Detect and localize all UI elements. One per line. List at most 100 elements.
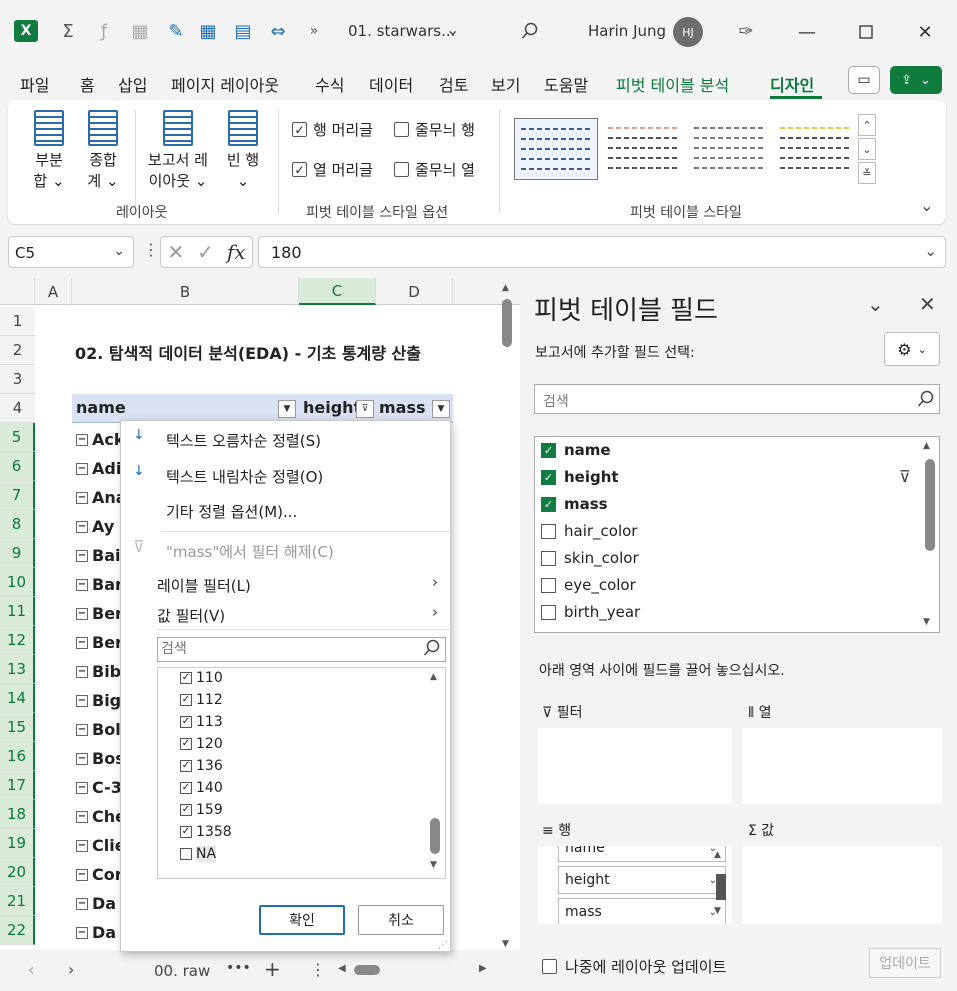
scroll-down-icon[interactable]: ▼ [923, 617, 930, 627]
row-header[interactable]: 20 [0, 858, 35, 887]
filter-value-item[interactable]: ✓ 113 [180, 714, 223, 730]
pivot-row-item[interactable]: − Big [76, 691, 121, 710]
label-filter-item[interactable]: 레이블 필터(L) [157, 575, 251, 596]
pivot-style-swatch-yellow[interactable] [774, 118, 858, 180]
tab-design[interactable]: 디자인 [770, 72, 814, 96]
filter-value-item[interactable]: ✓ 120 [180, 736, 223, 752]
more-sort-options-item[interactable]: 기타 정렬 옵션(M)... [166, 501, 297, 522]
scroll-up-icon[interactable]: ▲ [430, 672, 437, 682]
close-pane-icon[interactable]: ✕ [919, 292, 936, 316]
field-item[interactable]: ✓ mass [541, 495, 608, 513]
tab-view[interactable]: 보기 [491, 72, 520, 96]
comments-button[interactable]: ▭ [848, 66, 880, 94]
resize-grip-icon[interactable]: ⋰ [438, 940, 448, 951]
filter-values-list[interactable]: ✓ 110 ✓ 112 ✓ 113 ✓ 120 ✓ 136 ✓ 140 ✓ 159 ✓ 1358 NA ▲ ▼ [157, 667, 446, 879]
row-header[interactable]: 13 [0, 655, 35, 684]
gallery-more-icon[interactable]: ≚ [858, 162, 876, 184]
pivot-header-mass[interactable]: mass [379, 398, 426, 417]
collapse-icon[interactable]: − [76, 433, 88, 446]
checkbox-unchecked-icon[interactable] [541, 550, 556, 566]
collapse-icon[interactable]: − [76, 694, 88, 707]
share-button[interactable]: ⇪ ⌄ [890, 66, 942, 94]
tab-insert[interactable]: 삽입 [118, 72, 147, 96]
collapse-icon[interactable]: − [76, 897, 88, 910]
column-header-a[interactable]: A [35, 278, 72, 305]
tab-home[interactable]: 홈 [80, 72, 95, 96]
pivot-row-item[interactable]: − Bib [76, 662, 121, 681]
checkbox-checked-icon[interactable]: ✓ [180, 672, 192, 684]
sheet-tab-raw[interactable]: 00. raw [154, 962, 210, 980]
filter-value-item[interactable]: ✓ 159 [180, 802, 223, 818]
number-format-icon[interactable]: ▦ [128, 18, 152, 44]
height-filter-active-icon[interactable]: ⊽ [356, 400, 374, 418]
banded-cols-option[interactable]: 줄무늬 열 [394, 159, 475, 180]
pivot-row-item[interactable]: − C-3 [76, 778, 122, 797]
collapse-ribbon-icon[interactable]: ⌄ [920, 196, 933, 215]
name-box[interactable]: C5 ⌄ [8, 236, 134, 268]
pivot-row-item[interactable]: − Bos [76, 749, 125, 768]
row-header[interactable]: 2 [0, 336, 35, 365]
filter-search-input[interactable] [158, 638, 408, 660]
row-header[interactable]: 12 [0, 626, 35, 655]
row-header[interactable]: 22 [0, 916, 35, 945]
checkbox-checked-icon[interactable]: ✓ [180, 804, 192, 816]
checkbox-unchecked-icon[interactable] [394, 122, 409, 137]
col-headers-option[interactable]: ✓ 열 머리글 [292, 159, 373, 180]
row-header[interactable]: 6 [0, 452, 35, 481]
rows-drop-area[interactable]: name ⌄ height ⌄ mass ⌄ ▲ ▼ [538, 846, 732, 924]
paste-icon[interactable]: ✎ [164, 18, 188, 44]
fx-icon[interactable]: fx [227, 240, 246, 264]
tab-review[interactable]: 검토 [439, 72, 468, 96]
report-layout-button[interactable]: 보고서 레 이아웃 ⌄ [142, 110, 214, 192]
field-item[interactable]: skin_color [541, 549, 639, 567]
mass-filter-dropdown-icon[interactable]: ▼ [432, 400, 450, 418]
autosum-icon[interactable]: Σ [56, 18, 80, 44]
scroll-down-icon[interactable]: ▼ [714, 906, 721, 916]
collapse-icon[interactable]: − [76, 578, 88, 591]
minimize-icon[interactable]: — [792, 17, 822, 47]
row-header[interactable]: 11 [0, 597, 35, 626]
field-list[interactable]: ✓ name ✓ height ✓ mass hair_color skin_color eye… [534, 436, 940, 633]
field-search[interactable]: 검색 [534, 384, 940, 414]
scroll-up-icon[interactable]: ▲ [502, 283, 509, 293]
collapse-icon[interactable]: − [76, 926, 88, 939]
collapse-icon[interactable]: − [76, 665, 88, 678]
checkbox-checked-icon[interactable]: ✓ [541, 442, 556, 458]
row-headers-option[interactable]: ✓ 행 머리글 [292, 119, 373, 140]
pivot-row-item[interactable]: − Cor [76, 865, 123, 884]
collapse-icon[interactable]: − [76, 810, 88, 823]
designer-icon[interactable]: ✑ [734, 18, 758, 44]
scroll-thumb[interactable] [430, 818, 440, 854]
checkbox-checked-icon[interactable]: ✓ [292, 122, 307, 137]
checkbox-checked-icon[interactable]: ✓ [292, 162, 307, 177]
checkbox-unchecked-icon[interactable] [541, 604, 556, 620]
field-item[interactable]: ✓ name [541, 441, 611, 459]
filter-value-item[interactable]: ✓ 110 [180, 670, 223, 686]
column-header-b[interactable]: B [72, 278, 299, 305]
scroll-up-icon[interactable]: ▲ [923, 441, 930, 451]
collapse-icon[interactable]: − [76, 781, 88, 794]
tab-pivot-analyze[interactable]: 피벗 테이블 분석 [616, 72, 729, 96]
blank-rows-button[interactable]: 빈 행 ⌄ [220, 110, 266, 192]
enter-icon[interactable]: ✓ [197, 240, 214, 264]
pane-options-chevron-icon[interactable]: ⌄ [867, 292, 884, 316]
checkbox-checked-icon[interactable]: ✓ [180, 738, 192, 750]
checkbox-checked-icon[interactable]: ✓ [180, 782, 192, 794]
hscroll-left-icon[interactable]: ◀ [338, 963, 346, 974]
tab-file[interactable]: 파일 [20, 72, 49, 96]
checkbox-checked-icon[interactable]: ✓ [180, 826, 192, 838]
more-options-icon[interactable]: ⋮ [143, 240, 159, 259]
pivot-row-item[interactable]: − Da [76, 923, 116, 942]
field-item[interactable]: eye_color [541, 576, 636, 594]
row-header[interactable]: 5 [0, 423, 35, 452]
row-header[interactable]: 4 [0, 394, 35, 423]
column-header-c[interactable]: C [299, 278, 376, 305]
chevron-down-icon[interactable]: ⌄ [113, 243, 125, 259]
add-sheet-icon[interactable]: + [264, 957, 281, 981]
prev-sheet-icon[interactable]: ‹ [28, 960, 34, 979]
pivot-style-swatch-blue[interactable] [514, 118, 598, 180]
checkbox-checked-icon[interactable]: ✓ [541, 496, 556, 512]
columns-drop-area[interactable] [742, 728, 942, 804]
field-list-settings-button[interactable]: ⚙ ⌄ [884, 332, 940, 366]
column-header-d[interactable]: D [376, 278, 453, 305]
